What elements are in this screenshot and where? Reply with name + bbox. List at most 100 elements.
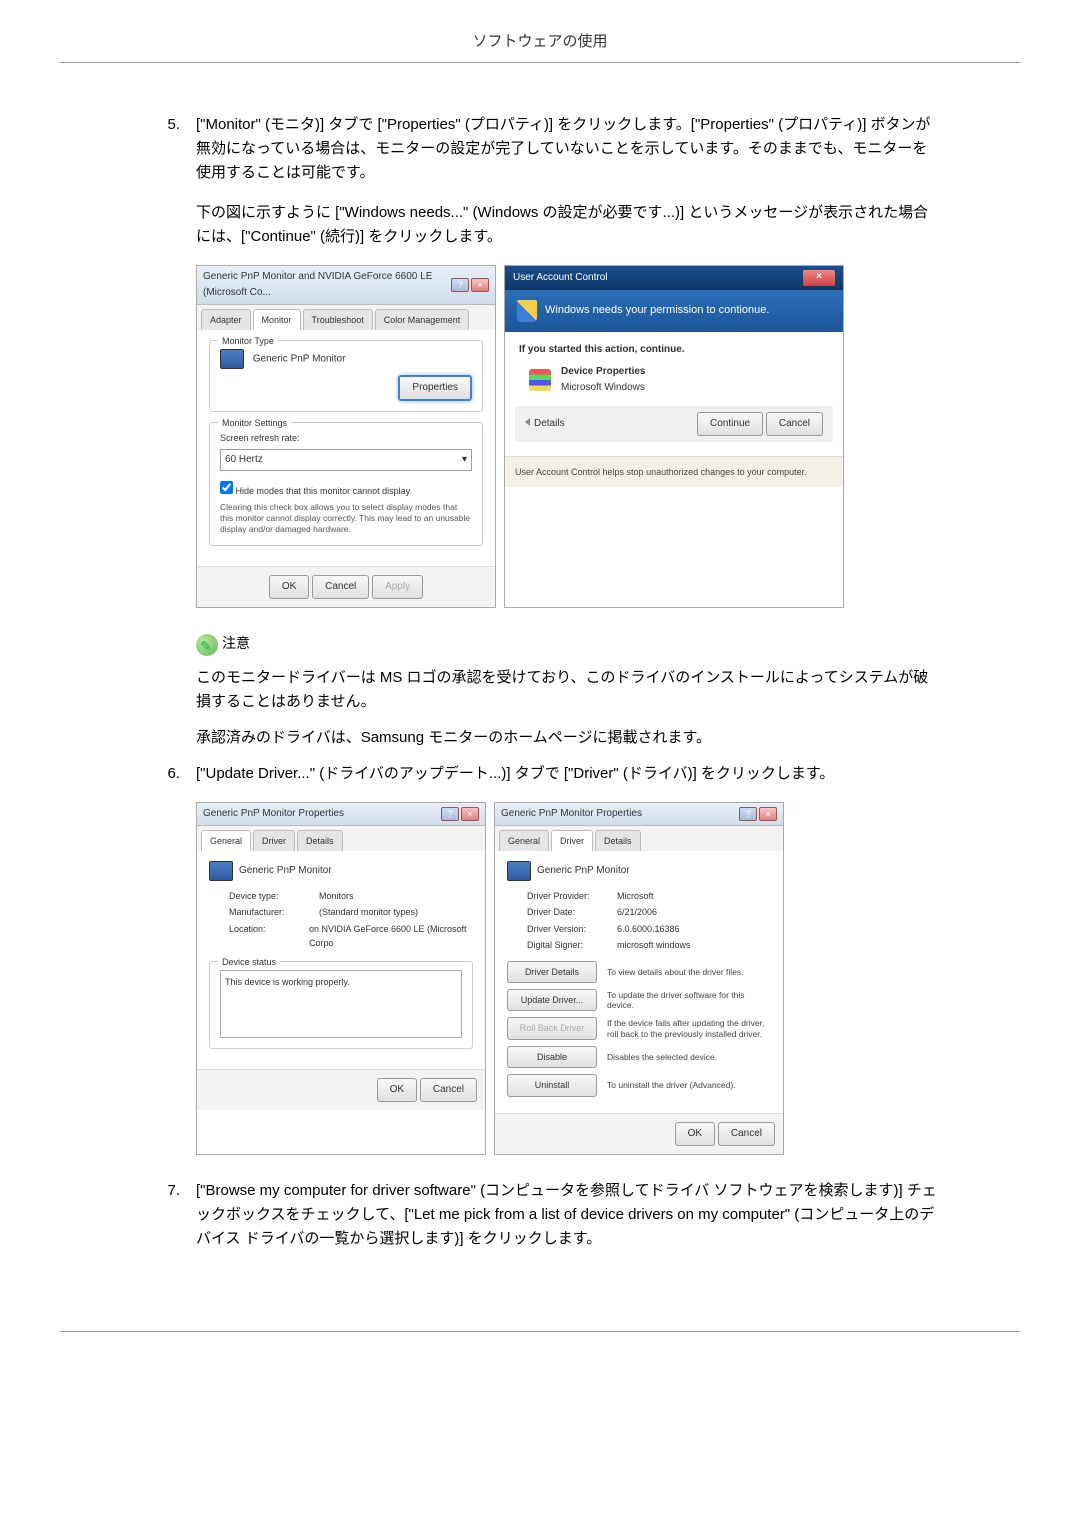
uac-dialog: User Account Control × Windows needs you… xyxy=(504,265,844,608)
status-text: This device is working properly. xyxy=(220,970,462,1038)
refresh-rate-select[interactable]: 60 Hertz ▾ xyxy=(220,449,472,471)
tab-adapter[interactable]: Adapter xyxy=(201,309,251,330)
page-header: ソフトウェアの使用 xyxy=(60,30,1020,63)
uac-details-row: Details Continue Cancel xyxy=(515,406,833,442)
dialog-footer: OK Cancel Apply xyxy=(197,566,495,607)
cancel-button[interactable]: Cancel xyxy=(718,1122,775,1146)
continue-button[interactable]: Continue xyxy=(697,412,763,436)
device-type-value: Monitors xyxy=(319,889,354,903)
ok-button[interactable]: OK xyxy=(675,1122,715,1146)
close-icon[interactable]: × xyxy=(461,807,479,821)
device-type-label: Device type: xyxy=(229,889,319,903)
dialog-title-bar: Generic PnP Monitor Properties ? × xyxy=(495,803,783,826)
note-text-1: このモニタードライバーは MS ロゴの承認を受けており、このドライバのインストー… xyxy=(196,666,1020,714)
monitor-name: Generic PnP Monitor xyxy=(253,354,346,365)
dialog-title: Generic PnP Monitor Properties xyxy=(203,806,344,822)
tab-strip: Adapter Monitor Troubleshoot Color Manag… xyxy=(197,305,495,330)
close-icon[interactable]: × xyxy=(471,278,489,292)
monitor-icon xyxy=(507,861,531,881)
device-status-group: Device status This device is working pro… xyxy=(209,961,473,1049)
dialog-title-bar: Generic PnP Monitor and NVIDIA GeForce 6… xyxy=(197,266,495,305)
monitor-settings-group: Monitor Settings Screen refresh rate: 60… xyxy=(209,422,483,546)
tab-strip: General Driver Details xyxy=(495,826,783,851)
cancel-button[interactable]: Cancel xyxy=(766,412,823,436)
ok-button[interactable]: OK xyxy=(269,575,309,599)
tab-driver[interactable]: Driver xyxy=(551,830,593,851)
disable-button[interactable]: Disable xyxy=(507,1046,597,1068)
window-controls: ? × xyxy=(441,807,479,821)
step-text: ["Update Driver..." (ドライバのアップデート...)] タブ… xyxy=(196,762,1020,786)
ok-button[interactable]: OK xyxy=(377,1078,417,1102)
version-value: 6.0.6000.16386 xyxy=(617,922,680,936)
close-icon[interactable]: × xyxy=(759,807,777,821)
version-label: Driver Version: xyxy=(527,922,617,936)
driver-details-button[interactable]: Driver Details xyxy=(507,961,597,983)
provider-label: Driver Provider: xyxy=(527,889,617,903)
hide-modes-description: Clearing this check box allows you to se… xyxy=(220,502,472,535)
chevron-down-icon: ▾ xyxy=(462,452,467,468)
uac-banner: Windows needs your permission to contion… xyxy=(505,290,843,332)
window-controls: ? × xyxy=(451,278,489,292)
program-name: Device Properties xyxy=(561,364,646,380)
cancel-button[interactable]: Cancel xyxy=(420,1078,477,1102)
uninstall-desc: To uninstall the driver (Advanced). xyxy=(607,1080,771,1090)
update-driver-button[interactable]: Update Driver... xyxy=(507,989,597,1011)
uac-banner-text: Windows needs your permission to contion… xyxy=(545,302,769,320)
dialog-title: Generic PnP Monitor and NVIDIA GeForce 6… xyxy=(203,269,451,301)
signer-value: microsoft windows xyxy=(617,938,691,952)
dialog-footer: OK Cancel xyxy=(495,1113,783,1154)
monitor-type-group: Monitor Type Generic PnP Monitor Propert… xyxy=(209,340,483,412)
step-number: 7. xyxy=(160,1179,196,1251)
tab-details[interactable]: Details xyxy=(595,830,641,851)
uninstall-button[interactable]: Uninstall xyxy=(507,1074,597,1096)
help-icon[interactable]: ? xyxy=(451,278,469,292)
step-text: ["Monitor" (モニタ)] タブで ["Properties" (プロパ… xyxy=(196,113,1020,185)
provider-value: Microsoft xyxy=(617,889,654,903)
tab-color-management[interactable]: Color Management xyxy=(375,309,470,330)
note-heading: 注意 xyxy=(196,632,1020,655)
properties-driver-dialog: Generic PnP Monitor Properties ? × Gener… xyxy=(494,802,784,1155)
tab-details[interactable]: Details xyxy=(297,830,343,851)
dialog-title: Generic PnP Monitor Properties xyxy=(501,806,642,822)
manufacturer-value: (Standard monitor types) xyxy=(319,905,418,919)
step-6: 6. ["Update Driver..." (ドライバのアップデート...)]… xyxy=(160,762,1020,786)
group-label: Monitor Settings xyxy=(218,416,291,430)
cancel-button[interactable]: Cancel xyxy=(312,575,369,599)
shield-icon xyxy=(517,300,537,322)
help-icon[interactable]: ? xyxy=(441,807,459,821)
details-toggle[interactable]: Details xyxy=(525,416,565,432)
rollback-driver-button[interactable]: Roll Back Driver xyxy=(507,1017,597,1039)
program-vendor: Microsoft Windows xyxy=(561,380,646,396)
tab-driver[interactable]: Driver xyxy=(253,830,295,851)
tab-general[interactable]: General xyxy=(201,830,251,851)
uac-title-bar: User Account Control × xyxy=(505,266,843,290)
step-text: ["Browse my computer for driver software… xyxy=(196,1179,1020,1251)
hide-modes-checkbox[interactable]: Hide modes that this monitor cannot disp… xyxy=(220,481,472,498)
tab-monitor[interactable]: Monitor xyxy=(253,309,301,330)
device-name: Generic PnP Monitor xyxy=(537,863,630,879)
driver-details-desc: To view details about the driver files. xyxy=(607,967,771,977)
apply-button[interactable]: Apply xyxy=(372,575,423,599)
note-icon xyxy=(196,634,218,656)
uac-title: User Account Control xyxy=(513,270,608,286)
help-icon[interactable]: ? xyxy=(739,807,757,821)
step-number: 6. xyxy=(160,762,196,786)
monitor-dialog: Generic PnP Monitor and NVIDIA GeForce 6… xyxy=(196,265,496,608)
note-text-2: 承認済みのドライバは、Samsung モニターのホームページに掲載されます。 xyxy=(196,726,1020,750)
uac-program-row: Device Properties Microsoft Windows xyxy=(529,364,829,396)
windows-flag-icon xyxy=(529,369,551,391)
close-icon[interactable]: × xyxy=(803,270,835,286)
window-controls: ? × xyxy=(739,807,777,821)
step-5: 5. ["Monitor" (モニタ)] タブで ["Properties" (… xyxy=(160,113,1020,185)
update-driver-desc: To update the driver software for this d… xyxy=(607,990,771,1010)
properties-general-dialog: Generic PnP Monitor Properties ? × Gener… xyxy=(196,802,486,1155)
tab-troubleshoot[interactable]: Troubleshoot xyxy=(303,309,373,330)
checkbox-icon[interactable] xyxy=(220,481,233,494)
tab-strip: General Driver Details xyxy=(197,826,485,851)
date-value: 6/21/2006 xyxy=(617,905,657,919)
properties-button[interactable]: Properties xyxy=(398,375,472,401)
step-number: 5. xyxy=(160,113,196,185)
tab-general[interactable]: General xyxy=(499,830,549,851)
group-label: Monitor Type xyxy=(218,334,278,348)
step-7: 7. ["Browse my computer for driver softw… xyxy=(160,1179,1020,1251)
